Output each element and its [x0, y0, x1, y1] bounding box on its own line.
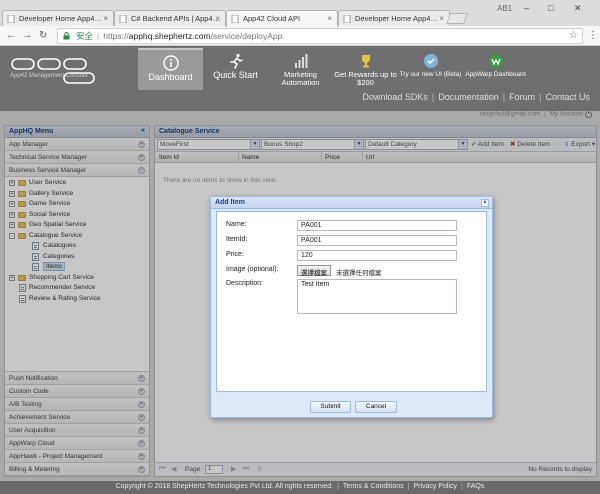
browser-tab-title: App42 Cloud API	[243, 14, 301, 23]
choose-file-button[interactable]: 選擇檔案	[297, 265, 331, 277]
name-label: Name:	[226, 221, 247, 228]
copyright-text: Copyright © 2018 ShepHertz Technologies …	[115, 483, 334, 490]
new-tab-button[interactable]	[445, 13, 469, 24]
trophy-icon	[361, 55, 370, 68]
itemid-label: ItemId:	[226, 236, 248, 243]
minimize-icon[interactable]: –	[524, 3, 529, 13]
nav-marketing-automation[interactable]: Marketing Automation	[268, 48, 333, 90]
browser-toolbar: ← → ↻ 安全 | https://apphq.shephertz.com/ser…	[0, 26, 600, 46]
browser-tab-3[interactable]: App42 Cloud API ×	[226, 10, 338, 27]
apphq-logo[interactable]	[10, 56, 100, 86]
lock-icon	[63, 32, 70, 40]
bar-chart-icon	[294, 54, 307, 68]
app-header: Dashboard Quick Start Marketing Automati…	[0, 46, 600, 111]
footer: Copyright © 2018 ShepHertz Technologies …	[0, 481, 600, 494]
reload-icon[interactable]: ↻	[39, 30, 47, 41]
browser-tab-title: Developer Home App4…	[19, 14, 102, 23]
console-label: App42 Management Console	[10, 73, 88, 79]
close-icon[interactable]: ×	[327, 14, 332, 23]
forward-icon[interactable]: →	[22, 30, 32, 41]
url-host: apphq.shephertz.com	[128, 31, 211, 41]
close-icon[interactable]: ×	[481, 199, 489, 207]
browser-tab-2[interactable]: C# Backend APIs | App4… ×	[114, 10, 226, 26]
profile-label[interactable]: AB1	[497, 4, 512, 13]
close-icon[interactable]: ×	[103, 14, 108, 23]
appwarp-icon	[488, 54, 503, 68]
nav-dashboard[interactable]: Dashboard	[138, 48, 203, 90]
back-icon[interactable]: ←	[6, 30, 16, 41]
close-icon[interactable]: ×	[215, 14, 220, 23]
browser-tab-title: C# Backend APIs | App4…	[131, 14, 221, 23]
nav-get-rewards[interactable]: Get Rewards up to $200	[333, 48, 398, 90]
browser-tab-bar: Developer Home App4… × C# Backend APIs |…	[0, 0, 600, 27]
download-sdks-link[interactable]: Download SDKs	[362, 92, 428, 102]
nav-appwarp-dashboard[interactable]: AppWarp Dashboard	[463, 48, 528, 90]
privacy-link[interactable]: Privacy Policy	[413, 483, 457, 490]
page-icon	[231, 15, 239, 23]
browser-tab-title: Developer Home App4…	[355, 14, 438, 23]
forum-link[interactable]: Forum	[509, 92, 535, 102]
description-label: Description:	[226, 280, 263, 287]
description-textarea[interactable]: Test Item	[297, 279, 457, 314]
dialog-form: Name: PA001 ItemId: PA001 Price: 120 Ima…	[216, 211, 487, 392]
nav-try-new-ui[interactable]: Try our new UI (Beta)	[398, 48, 463, 90]
info-icon	[162, 55, 179, 71]
beta-icon	[423, 54, 438, 68]
faqs-link[interactable]: FAQs	[467, 483, 485, 490]
dialog-title: Add Item ×	[211, 197, 492, 209]
close-icon[interactable]: ×	[439, 14, 444, 23]
cancel-button[interactable]: Cancel	[355, 401, 397, 413]
url-scheme: https://	[103, 31, 129, 41]
price-label: Price:	[226, 251, 244, 258]
page-icon	[7, 15, 15, 23]
secure-label: 安全	[76, 31, 94, 41]
itemid-input[interactable]: PA001	[297, 235, 457, 246]
browser-tab-1[interactable]: Developer Home App4… ×	[2, 10, 114, 26]
runner-icon	[229, 53, 243, 69]
price-input[interactable]: 120	[297, 250, 457, 261]
add-item-dialog: Add Item × Name: PA001 ItemId: PA001 Pri…	[210, 196, 493, 418]
browser-menu-icon[interactable]: ⋮	[588, 30, 598, 41]
top-navigation: Dashboard Quick Start Marketing Automati…	[138, 48, 528, 90]
maximize-icon[interactable]: □	[548, 3, 553, 13]
file-status: 未選擇任何檔案	[336, 270, 382, 277]
browser-tab-4[interactable]: Developer Home App4… ×	[338, 10, 450, 26]
page-icon	[343, 15, 351, 23]
contact-us-link[interactable]: Contact Us	[545, 92, 590, 102]
terms-link[interactable]: Terms & Conditions	[343, 483, 404, 490]
nav-quick-start[interactable]: Quick Start	[203, 48, 268, 90]
documentation-link[interactable]: Documentation	[438, 92, 499, 102]
submit-button[interactable]: Submit	[310, 401, 351, 413]
address-bar[interactable]: 安全 | https://apphq.shephertz.com/service/d…	[57, 28, 583, 44]
url-path: /service/deployApp	[210, 31, 283, 41]
name-input[interactable]: PA001	[297, 220, 457, 231]
close-window-icon[interactable]: ✕	[574, 3, 582, 14]
page-icon	[119, 15, 127, 23]
bookmark-star-icon[interactable]: ☆	[569, 29, 578, 43]
header-links: Download SDKs | Documentation | Forum | Contac…	[362, 92, 590, 102]
image-label: Image (optional):	[226, 266, 279, 273]
